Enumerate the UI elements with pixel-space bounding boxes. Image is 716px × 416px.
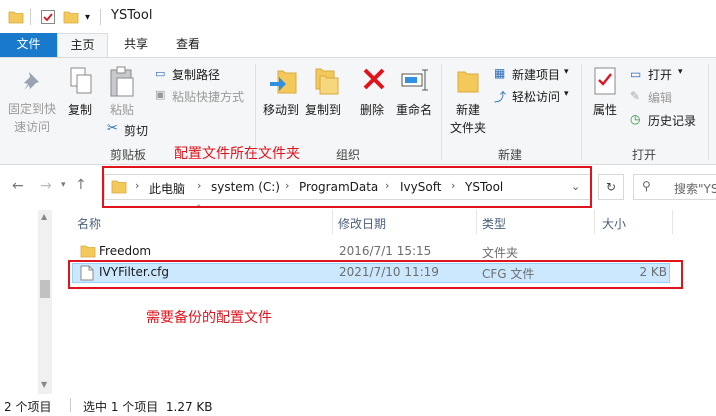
rename-icon: [400, 68, 430, 95]
status-bar: 2 个项目 选中 1 个项目 1.27 KB: [0, 396, 716, 416]
selection-info: 选中 1 个项目 1.27 KB: [83, 400, 213, 414]
column-size[interactable]: 大小: [602, 215, 626, 232]
folder-annotation: 配置文件所在文件夹: [174, 146, 300, 162]
item-count: 2 个项目: [4, 400, 52, 414]
new-folder-quick-icon[interactable]: [63, 8, 79, 26]
organize-group-label: 组织: [336, 148, 361, 162]
search-box[interactable]: ⚲ 搜索"YS: [633, 174, 716, 200]
ribbon-tabs: 文件 主页 共享 查看: [0, 33, 716, 58]
paste-button[interactable]: 粘贴: [110, 101, 134, 118]
new-item-button[interactable]: 新建项目: [512, 66, 560, 83]
new-folder-label-1[interactable]: 新建: [456, 101, 480, 118]
folder-highlight-box: [102, 166, 592, 208]
scroll-down-icon[interactable]: ▼: [41, 380, 47, 389]
history-button[interactable]: 历史记录: [648, 112, 696, 129]
scissors-icon: ✂: [107, 121, 118, 136]
new-group-label: 新建: [498, 148, 523, 162]
paste-icon: [108, 66, 136, 101]
clipboard-group-label: 剪贴板: [110, 148, 147, 162]
search-icon: ⚲: [642, 179, 651, 193]
copy-path-icon: ▭: [155, 67, 166, 80]
tab-share[interactable]: 共享: [112, 33, 160, 57]
open-group-label: 打开: [632, 148, 657, 162]
history-icon: ◷: [630, 112, 641, 126]
file-name: Freedom: [99, 244, 152, 258]
back-arrow-icon[interactable]: ←: [12, 178, 24, 194]
rename-button[interactable]: 重命名: [396, 101, 432, 118]
properties-check-icon[interactable]: [40, 8, 56, 26]
move-to-button[interactable]: 移动到: [263, 101, 299, 118]
copy-to-button[interactable]: 复制到: [305, 101, 341, 118]
copy-icon: [68, 66, 94, 99]
column-type[interactable]: 类型: [482, 215, 506, 232]
easy-access-button[interactable]: 轻松访问: [512, 88, 560, 105]
recent-locations-icon[interactable]: ▾: [61, 180, 66, 190]
easy-access-icon: ⤴: [494, 90, 507, 104]
column-modified[interactable]: 修改日期: [338, 215, 386, 232]
column-name[interactable]: 名称: [77, 215, 101, 232]
new-item-dropdown-icon[interactable]: ▾: [564, 67, 569, 77]
tab-file[interactable]: 文件: [0, 33, 57, 57]
copy-to-icon: [310, 66, 340, 99]
easy-access-dropdown-icon[interactable]: ▾: [564, 89, 569, 99]
properties-icon: [593, 66, 617, 99]
paste-shortcut-icon: ▣: [155, 88, 166, 101]
refresh-icon: ↻: [605, 180, 617, 194]
up-arrow-icon[interactable]: ↑: [75, 177, 87, 193]
delete-icon: [361, 66, 387, 95]
copy-button[interactable]: 复制: [68, 101, 92, 118]
new-folder-icon: [454, 66, 482, 99]
open-icon: ▭: [630, 67, 642, 81]
cut-button[interactable]: 剪切: [124, 122, 148, 139]
customize-quick-access-icon[interactable]: ▾: [85, 8, 90, 26]
file-modified: 2016/7/1 15:15: [339, 244, 432, 258]
file-type: 文件夹: [482, 246, 519, 260]
scroll-thumb[interactable]: [40, 280, 50, 298]
folder-icon: [8, 8, 24, 26]
window-title: YSTool: [111, 8, 153, 23]
move-to-icon: [268, 66, 298, 99]
search-placeholder: 搜索"YS: [674, 182, 716, 196]
new-folder-label-2[interactable]: 文件夹: [450, 119, 486, 136]
delete-button[interactable]: 删除: [360, 101, 384, 118]
open-dropdown-icon[interactable]: ▾: [678, 67, 683, 77]
pin-icon: [20, 68, 46, 97]
copy-path-button[interactable]: 复制路径: [172, 66, 220, 83]
file-highlight-box: [68, 260, 683, 289]
refresh-button[interactable]: ↻: [598, 174, 624, 200]
edit-button[interactable]: 编辑: [648, 89, 672, 106]
list-item-folder[interactable]: Freedom 2016/7/1 15:15 文件夹: [72, 242, 670, 262]
forward-arrow-icon[interactable]: →: [40, 178, 52, 194]
title-bar: ▾ YSTool: [0, 0, 716, 33]
new-item-icon: ▦: [494, 66, 506, 80]
open-button[interactable]: 打开: [648, 66, 672, 83]
file-annotation: 需要备份的配置文件: [146, 310, 272, 326]
pin-quick-access-label-2[interactable]: 速访问: [14, 118, 50, 135]
pin-quick-access-label-1[interactable]: 固定到快: [8, 100, 56, 117]
ribbon: 固定到快 速访问 复制 粘贴 ▭ 复制路径 ▣ 粘贴快捷方式 ✂ 剪切 剪贴板 …: [0, 57, 716, 165]
paste-shortcut-button[interactable]: 粘贴快捷方式: [172, 88, 244, 105]
properties-button[interactable]: 属性: [593, 101, 617, 118]
file-list-header: ⌃ 名称 修改日期 类型 大小: [40, 204, 716, 234]
vertical-scrollbar[interactable]: ▲ ▼: [38, 210, 52, 394]
edit-icon: ✎: [630, 89, 641, 103]
tab-view[interactable]: 查看: [164, 33, 212, 57]
tab-home[interactable]: 主页: [57, 33, 108, 58]
folder-icon: [80, 244, 96, 261]
